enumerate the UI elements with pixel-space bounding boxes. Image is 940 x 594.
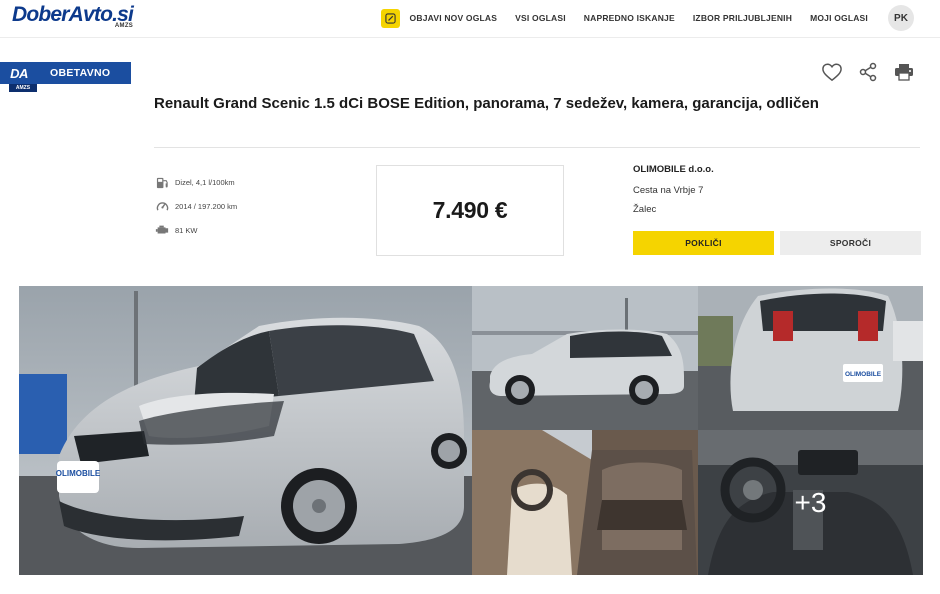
badge-sub: AMZS <box>9 84 37 92</box>
svg-text:OLIMOBILE: OLIMOBILE <box>845 371 882 378</box>
spec-power: 81 KW <box>155 218 237 242</box>
title-divider <box>154 147 920 148</box>
new-listing-icon[interactable] <box>380 8 400 28</box>
badge-label: OBETAVNO <box>50 67 111 79</box>
main-nav: OBJAVI NOV OGLAS VSI OGLASI NAPREDNO ISK… <box>380 0 914 36</box>
contact-buttons: POKLIČI SPOROČI <box>633 231 921 255</box>
nav-all-listings[interactable]: VSI OGLASI <box>515 13 566 23</box>
rating-badge: DA OBETAVNO <box>0 62 131 84</box>
photo-5[interactable]: +3 <box>698 430 923 575</box>
heart-icon[interactable] <box>820 60 844 84</box>
listing-specs: Dizel, 4,1 l/100km 2014 / 197.200 km 81 … <box>155 170 237 242</box>
seller-info: OLIMOBILE d.o.o. Cesta na Vrbje 7 Žalec <box>633 164 923 215</box>
nav-new-listing[interactable]: OBJAVI NOV OGLAS <box>410 13 498 23</box>
seller-name[interactable]: OLIMOBILE d.o.o. <box>633 164 923 175</box>
listing-page: DoberAvto.si AMZS OBJAVI NOV OGLAS VSI O… <box>0 0 940 594</box>
call-button[interactable]: POKLIČI <box>633 231 774 255</box>
message-button[interactable]: SPOROČI <box>780 231 921 255</box>
odometer-icon <box>155 199 169 213</box>
site-logo[interactable]: DoberAvto.si AMZS <box>12 4 134 30</box>
badge-logo: DA <box>10 65 28 81</box>
photo-2[interactable] <box>472 286 698 430</box>
spec-year-mileage: 2014 / 197.200 km <box>155 194 237 218</box>
spec-year-mileage-text: 2014 / 197.200 km <box>175 201 238 211</box>
spec-fuel: Dizel, 4,1 l/100km <box>155 170 237 194</box>
main-photo[interactable]: OLIMOBILE <box>19 286 472 575</box>
photo-3[interactable]: OLIMOBILE <box>698 286 923 430</box>
spec-fuel-text: Dizel, 4,1 l/100km <box>175 177 235 187</box>
site-logo-sub: AMZS <box>114 23 134 29</box>
nav-my-listings[interactable]: MOJI OGLASI <box>810 13 868 23</box>
nav-advanced-search[interactable]: NAPREDNO ISKANJE <box>584 13 675 23</box>
engine-icon <box>155 223 169 237</box>
spec-power-text: 81 KW <box>175 225 198 235</box>
more-photos-overlay[interactable]: +3 <box>698 430 923 575</box>
share-icon[interactable] <box>856 60 880 84</box>
seller-address: Cesta na Vrbje 7 <box>633 185 704 196</box>
user-avatar[interactable]: PK <box>888 5 914 31</box>
price: 7.490 € <box>432 197 508 223</box>
svg-text:OLIMOBILE: OLIMOBILE <box>56 469 101 478</box>
listing-actions <box>808 60 916 84</box>
top-navigation-bar: DoberAvto.si AMZS OBJAVI NOV OGLAS VSI O… <box>0 0 940 38</box>
listing-title: Renault Grand Scenic 1.5 dCi BOSE Editio… <box>154 95 819 112</box>
nav-favorites[interactable]: IZBOR PRILJUBLJENIH <box>693 13 792 23</box>
print-icon[interactable] <box>892 60 916 84</box>
seller-city: Žalec <box>633 204 657 215</box>
price-box: 7.490 € <box>376 165 564 256</box>
fuel-pump-icon <box>155 175 169 189</box>
photo-4[interactable] <box>472 430 698 575</box>
photo-gallery: OLIMOBILE OLIMOBILE +3 <box>19 286 923 575</box>
